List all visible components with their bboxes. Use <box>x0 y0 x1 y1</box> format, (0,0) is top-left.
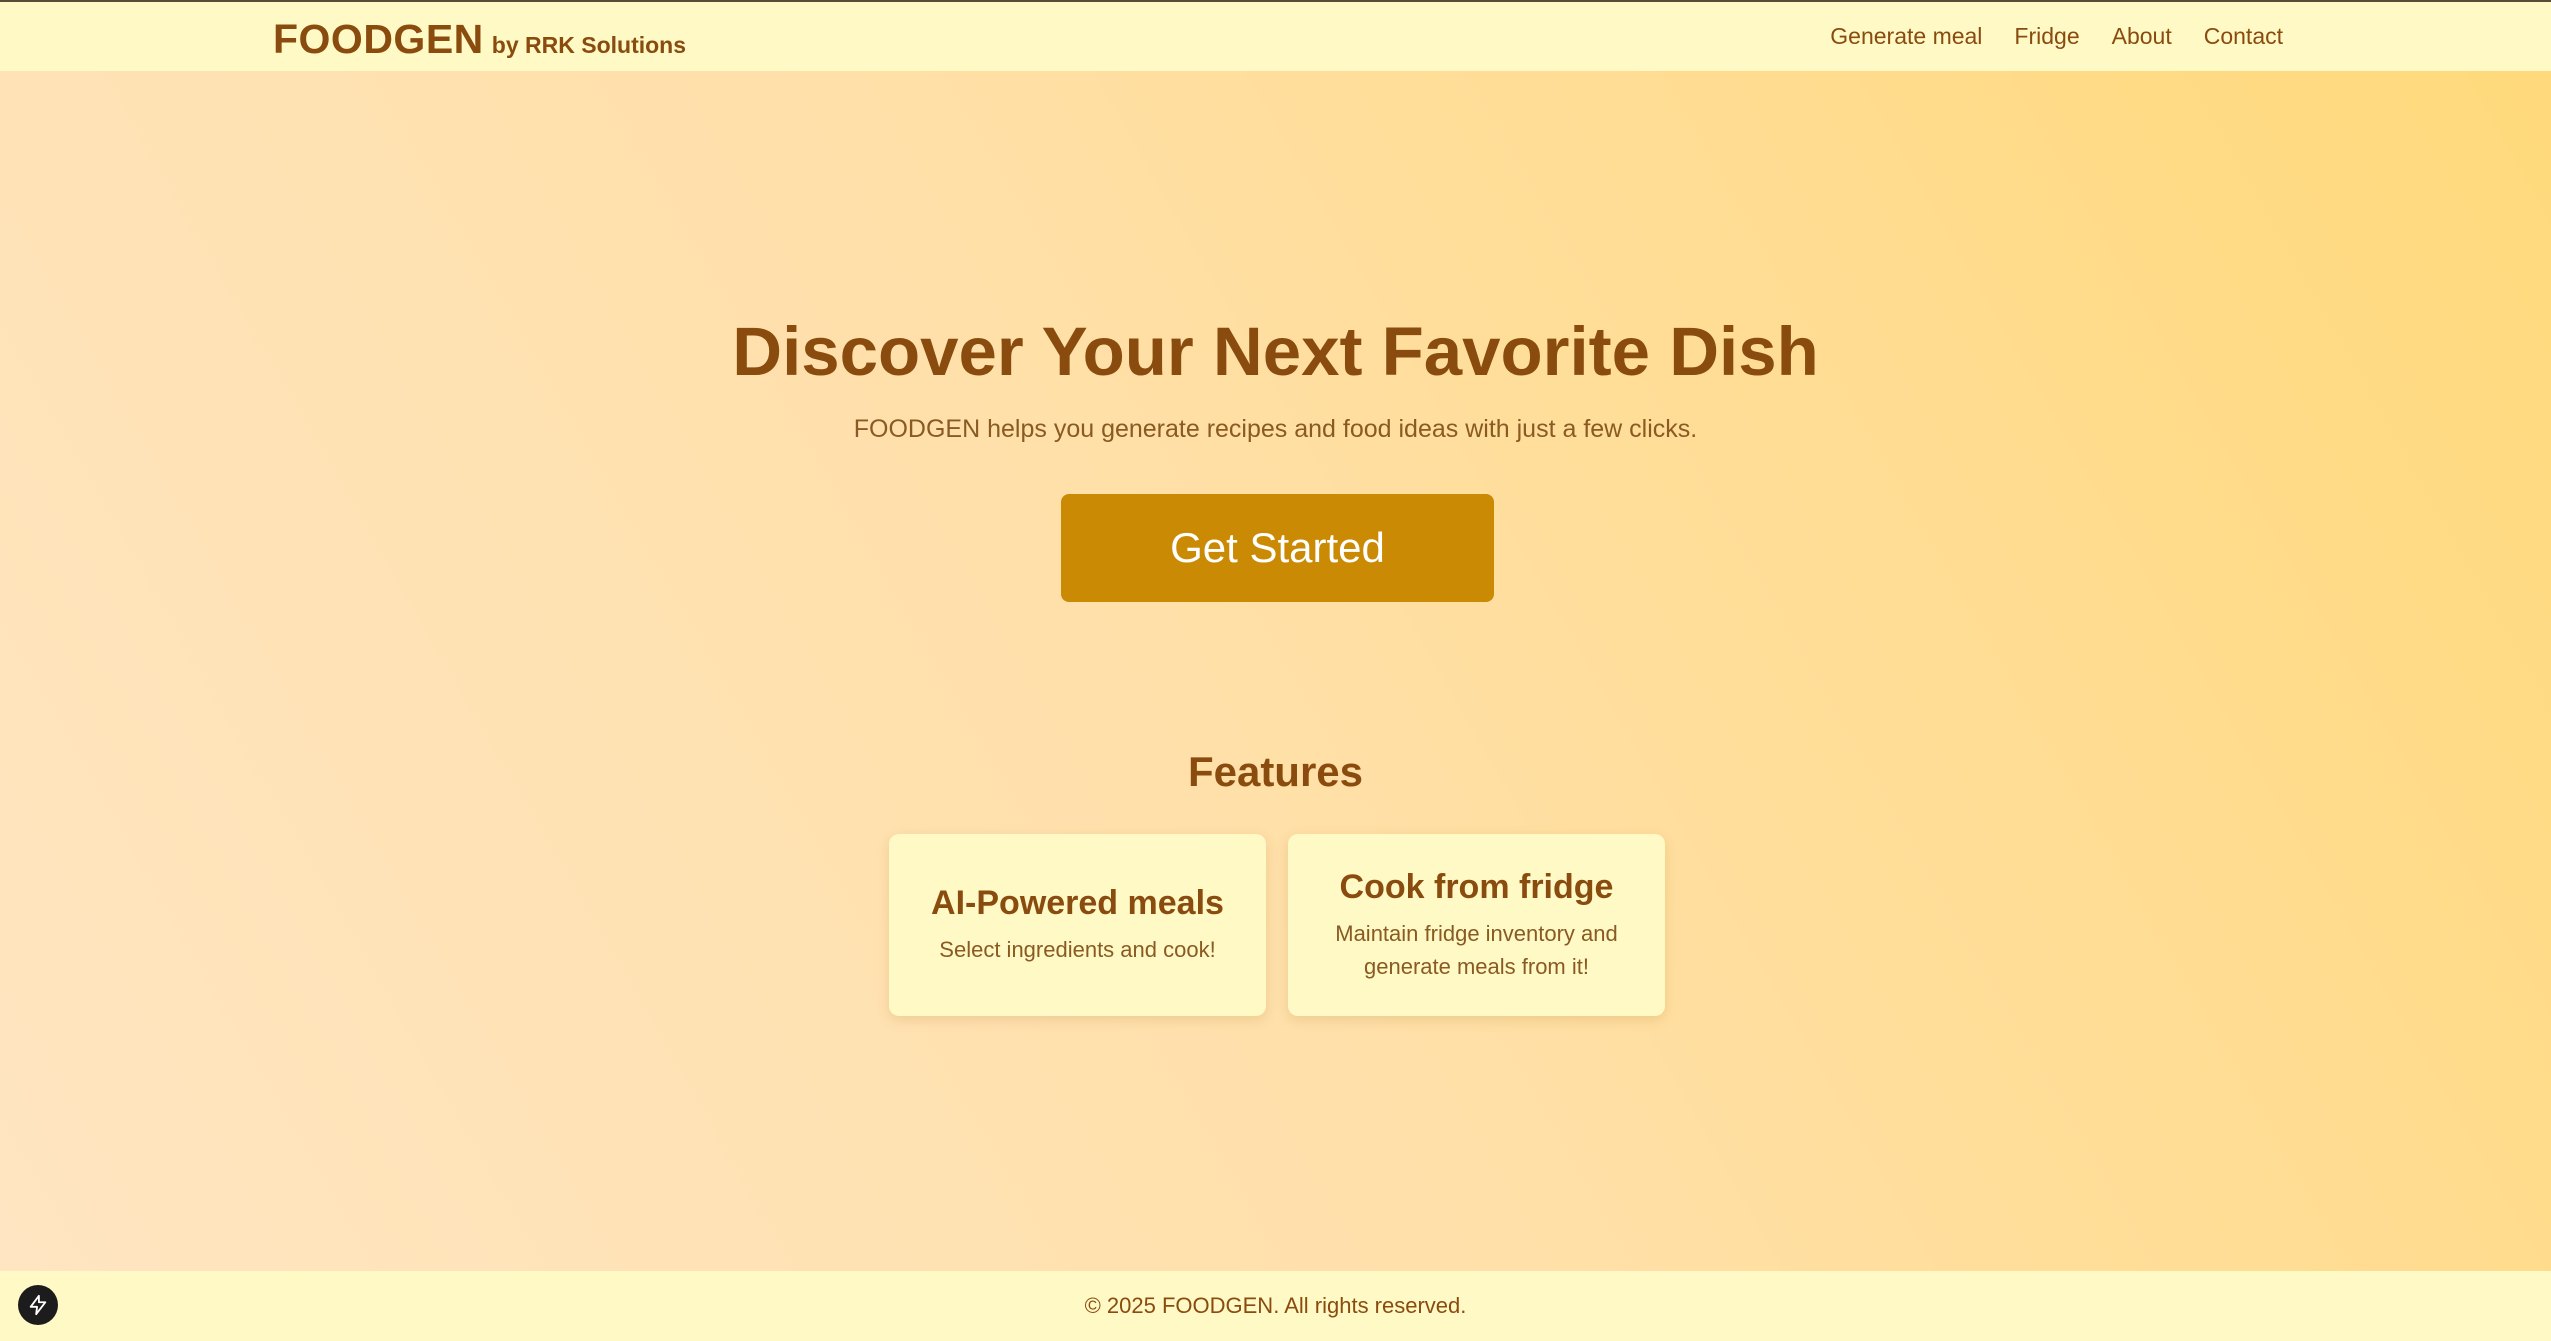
hero-title: Discover Your Next Favorite Dish <box>732 313 1819 390</box>
features-title: Features <box>1187 748 1364 795</box>
brand-name: FOODGEN <box>273 16 484 62</box>
site-header: FOODGEN by RRK Solutions Generate meal F… <box>0 2 2551 71</box>
nav-link-fridge[interactable]: Fridge <box>2014 23 2079 50</box>
hero-subtitle: FOODGEN helps you generate recipes and f… <box>853 415 1698 443</box>
feature-card-title: Cook from fridge <box>1339 867 1614 906</box>
nav-link-about[interactable]: About <box>2112 23 2172 50</box>
dev-tools-badge[interactable] <box>18 1285 58 1325</box>
get-started-button[interactable]: Get Started <box>1061 494 1494 602</box>
nav-link-contact[interactable]: Contact <box>2204 23 2283 50</box>
feature-card-cook-from-fridge: Cook from fridge Maintain fridge invento… <box>1288 834 1665 1016</box>
nav-link-generate-meal[interactable]: Generate meal <box>1830 23 1982 50</box>
site-footer: © 2025 FOODGEN. All rights reserved. <box>0 1271 2551 1341</box>
feature-card-title: AI-Powered meals <box>931 884 1224 922</box>
feature-card-description: Select ingredients and cook! <box>939 937 1216 962</box>
brand-byline: by RRK Solutions <box>491 32 687 58</box>
main-nav: Generate meal Fridge About Contact <box>1830 2 2283 71</box>
feature-card-ai-meals: AI-Powered meals Select ingredients and … <box>889 834 1266 1016</box>
feature-card-description: Maintain fridge inventory and generate m… <box>1335 920 1618 979</box>
copyright-text: © 2025 FOODGEN. All rights reserved. <box>1084 1293 1467 1318</box>
lightning-bolt-icon <box>29 1294 47 1316</box>
brand-logo[interactable]: FOODGEN by RRK Solutions <box>273 16 686 63</box>
